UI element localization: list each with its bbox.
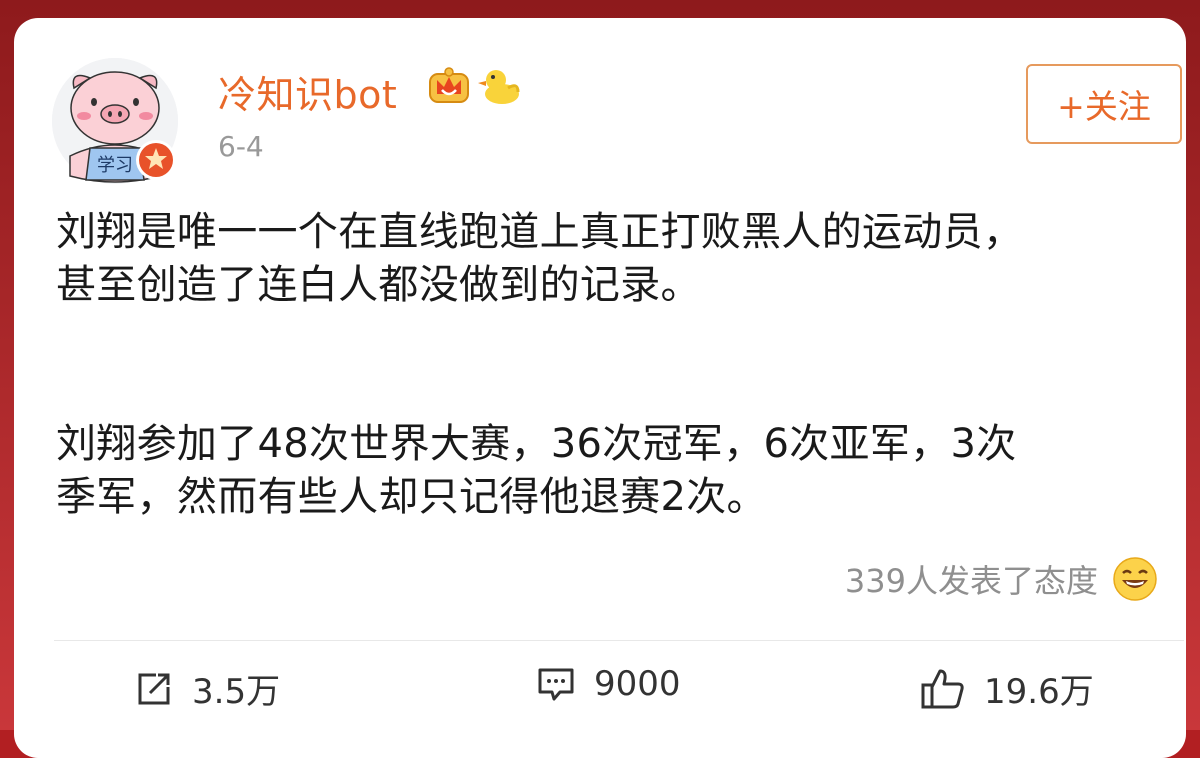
like-icon <box>921 669 964 708</box>
weibo-post-card: 学习 冷知识bot 6-4 +关注 刘翔是唯一一个在直线跑道上真正打败黑人的运动… <box>14 18 1186 758</box>
post-date: 6-4 <box>218 130 264 163</box>
share-button[interactable]: 3.5万 <box>134 664 280 713</box>
like-count: 19.6万 <box>984 672 1094 712</box>
window-frame: 学习 冷知识bot 6-4 +关注 刘翔是唯一一个在直线跑道上真正打败黑人的运动… <box>0 0 1200 758</box>
avatar-book-label: 学习 <box>97 155 133 176</box>
comment-button[interactable]: 9000 <box>536 664 681 704</box>
username[interactable]: 冷知识bot <box>218 64 397 119</box>
verified-badge-icon <box>136 140 176 180</box>
post-paragraph-1: 刘翔是唯一一个在直线跑道上真正打败黑人的运动员， 甚至创造了连白人都没做到的记录… <box>56 209 1024 308</box>
reactions-summary[interactable]: 339人发表了态度 <box>845 556 1158 602</box>
laughing-emoji-icon <box>1113 557 1157 601</box>
share-count: 3.5万 <box>192 672 281 712</box>
duck-badge-icon[interactable] <box>478 64 522 108</box>
crown-badge-icon[interactable] <box>428 66 470 106</box>
comment-icon <box>538 668 574 701</box>
reactions-text: 339人发表了态度 <box>844 562 1098 600</box>
follow-button[interactable]: +关注 <box>1026 64 1182 144</box>
post-paragraph-2: 刘翔参加了48次世界大赛，36次冠军，6次亚军，3次 季军，然而有些人却只记得他… <box>56 421 1017 520</box>
share-icon <box>138 673 170 704</box>
divider <box>54 640 1184 641</box>
post-body: 刘翔是唯一一个在直线跑道上真正打败黑人的运动员， 甚至创造了连白人都没做到的记录… <box>56 206 1186 524</box>
comment-count: 9000 <box>594 664 681 704</box>
like-button[interactable]: 19.6万 <box>920 664 1094 713</box>
